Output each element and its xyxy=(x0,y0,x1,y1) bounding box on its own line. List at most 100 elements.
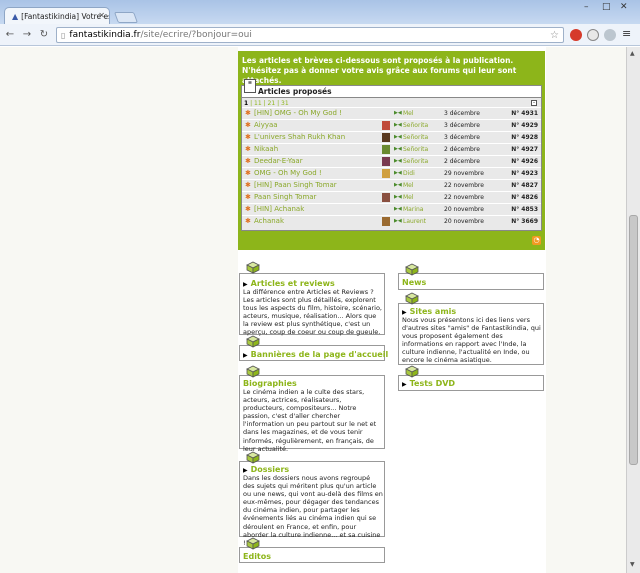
scroll-up-icon[interactable]: ▲ xyxy=(630,50,635,57)
article-number: N° 4931 xyxy=(511,110,538,117)
extension-gear-icon[interactable] xyxy=(604,29,616,41)
article-date: 2 décembre xyxy=(444,146,480,153)
article-number: N° 4929 xyxy=(511,122,538,129)
article-status-icon: ✱ xyxy=(245,205,251,213)
menu-icon[interactable]: ≡ xyxy=(622,27,631,40)
author-arrows-icon: ▶◀ xyxy=(394,146,402,152)
article-status-icon: ✱ xyxy=(245,193,251,201)
article-date: 20 novembre xyxy=(444,218,484,225)
author-avatar xyxy=(382,193,390,202)
article-title-link[interactable]: Aiyyaa xyxy=(254,120,278,131)
author-arrows-icon: ▶◀ xyxy=(394,218,402,224)
close-tab-icon[interactable]: ✕ xyxy=(98,11,105,20)
article-status-icon: ✱ xyxy=(245,133,251,141)
article-number: N° 4826 xyxy=(511,194,538,201)
address-bar[interactable]: ▯ fantastikindia.fr/site/ecrire/?bonjour… xyxy=(56,27,564,43)
url-path: /site/ecrire/?bonjour=oui xyxy=(140,30,252,40)
author-avatar xyxy=(382,217,390,226)
author-avatar xyxy=(382,121,390,130)
extension-globe-icon[interactable] xyxy=(587,29,599,41)
pager-link[interactable]: 11 xyxy=(254,100,262,107)
proposed-row[interactable]: ✱ Achanak ▶◀ Laurent 20 novembre N° 3669 xyxy=(242,215,541,227)
browser-tab[interactable]: ▲ [Fantastikindia] Votre esp ✕ xyxy=(4,7,110,24)
maximize-icon[interactable]: □ xyxy=(602,2,611,12)
rss-icon[interactable]: ◔ xyxy=(532,236,541,245)
pagination: 1 | 11 | 21 | 31 xyxy=(244,100,289,107)
cube-icon xyxy=(246,335,260,348)
new-tab-button[interactable] xyxy=(113,12,139,23)
proposed-row[interactable]: ✱ [HIN] Achanak ▶◀ Marina 20 novembre N° 4853 xyxy=(242,203,541,215)
author-arrows-icon: ▶◀ xyxy=(394,134,402,140)
sites-text: Nous vous présentons ici des liens vers … xyxy=(402,316,541,365)
article-title-link[interactable]: [HIN] OMG - Oh My God ! xyxy=(254,108,342,119)
proposed-row[interactable]: ✱ [HIN] OMG - Oh My God ! ▶◀ Mel 3 décembre N… xyxy=(242,107,541,119)
article-author[interactable]: Señorita xyxy=(403,120,428,131)
forward-icon[interactable]: → xyxy=(20,29,34,40)
biographies-title-label: Biographies xyxy=(243,379,297,388)
proposed-rows: ✱ [HIN] OMG - Oh My God ! ▶◀ Mel 3 décembre N… xyxy=(242,107,541,227)
article-title-link[interactable]: Paan Singh Tomar xyxy=(254,192,316,203)
main-column: Les articles et brèves ci-dessous sont p… xyxy=(238,47,546,573)
proposed-row[interactable]: ✱ Aiyyaa ▶◀ Señorita 3 décembre N° 4929 xyxy=(242,119,541,131)
proposed-row[interactable]: ✱ OMG - Oh My God ! ▶◀ Didi 29 novembre N° 49… xyxy=(242,167,541,179)
extension-stop-icon[interactable] xyxy=(570,29,582,41)
article-author[interactable]: Señorita xyxy=(403,156,428,167)
browser-toolbar: ← → ↻ ▯ fantastikindia.fr/site/ecrire/?b… xyxy=(0,24,640,46)
proposed-row[interactable]: ✱ Deedar-E-Yaar ▶◀ Señorita 2 décembre N° 492… xyxy=(242,155,541,167)
proposed-row[interactable]: ✱ L'univers Shah Rukh Khan ▶◀ Señorita 3 déc… xyxy=(242,131,541,143)
reload-icon[interactable]: ↻ xyxy=(37,29,51,40)
article-title-link[interactable]: OMG - Oh My God ! xyxy=(254,168,322,179)
window-close-icon[interactable]: ✕ xyxy=(620,2,628,12)
article-date: 22 novembre xyxy=(444,194,484,201)
news-title[interactable]: News xyxy=(402,278,426,287)
article-author[interactable]: Didi xyxy=(403,168,415,179)
article-author[interactable]: Laurent xyxy=(403,216,426,227)
cube-icon xyxy=(246,365,260,378)
articles-title[interactable]: ▶ Articles et reviews xyxy=(243,279,335,288)
article-date: 29 novembre xyxy=(444,170,484,177)
article-author[interactable]: Señorita xyxy=(403,132,428,143)
page-icon: ▯ xyxy=(61,30,66,40)
article-title-link[interactable]: Deedar-E-Yaar xyxy=(254,156,303,167)
collapse-icon[interactable]: – xyxy=(531,100,537,106)
proposed-row[interactable]: ✱ Paan Singh Tomar ▶◀ Mel 22 novembre N° 4826 xyxy=(242,191,541,203)
proposed-row[interactable]: ✱ [HIN] Paan Singh Tomar ▶◀ Mel 22 novembre N… xyxy=(242,179,541,191)
bookmark-star-icon[interactable]: ☆ xyxy=(550,30,559,41)
cube-icon xyxy=(246,261,260,274)
tests-title[interactable]: ▶ Tests DVD xyxy=(402,379,455,388)
editos-title[interactable]: Editos xyxy=(243,552,271,561)
article-title-link[interactable]: L'univers Shah Rukh Khan xyxy=(254,132,345,143)
sites-title-label: Sites amis xyxy=(409,307,457,316)
scrollbar-thumb[interactable] xyxy=(629,215,638,465)
article-status-icon: ✱ xyxy=(245,157,251,165)
dossiers-title[interactable]: ▶ Dossiers xyxy=(243,465,289,474)
article-title-link[interactable]: Achanak xyxy=(254,216,284,227)
minimize-icon[interactable]: – xyxy=(584,2,589,12)
article-author[interactable]: Marina xyxy=(403,204,423,215)
scroll-down-icon[interactable]: ▼ xyxy=(630,561,635,568)
article-status-icon: ✱ xyxy=(245,109,251,117)
article-title-link[interactable]: [HIN] Paan Singh Tomar xyxy=(254,180,337,191)
article-author[interactable]: Señorita xyxy=(403,144,428,155)
article-author[interactable]: Mel xyxy=(403,108,414,119)
sites-title[interactable]: ▶ Sites amis xyxy=(402,307,456,316)
vertical-scrollbar[interactable]: ▲ ▼ xyxy=(626,47,640,573)
pager-link[interactable]: 21 xyxy=(268,100,276,107)
back-icon[interactable]: ← xyxy=(3,29,17,40)
pager-link[interactable]: 31 xyxy=(281,100,289,107)
cube-icon xyxy=(405,263,419,276)
article-author[interactable]: Mel xyxy=(403,192,414,203)
proposed-articles-panel: Les articles et brèves ci-dessous sont p… xyxy=(238,51,545,250)
pager-current: 1 xyxy=(244,100,249,107)
article-title-link[interactable]: Nikaah xyxy=(254,144,278,155)
article-status-icon: ✱ xyxy=(245,181,251,189)
article-number: N° 3669 xyxy=(511,218,538,225)
article-title-link[interactable]: [HIN] Achanak xyxy=(254,204,304,215)
article-author[interactable]: Mel xyxy=(403,180,414,191)
site-favicon-icon: ▲ xyxy=(12,11,19,21)
bannieres-title[interactable]: ▶ Bannières de la page d'accueil xyxy=(243,350,388,359)
url-host: fantastikindia.fr xyxy=(69,30,141,40)
proposed-row[interactable]: ✱ Nikaah ▶◀ Señorita 2 décembre N° 4927 xyxy=(242,143,541,155)
biographies-title[interactable]: Biographies xyxy=(243,379,297,388)
author-arrows-icon: ▶◀ xyxy=(394,110,402,116)
